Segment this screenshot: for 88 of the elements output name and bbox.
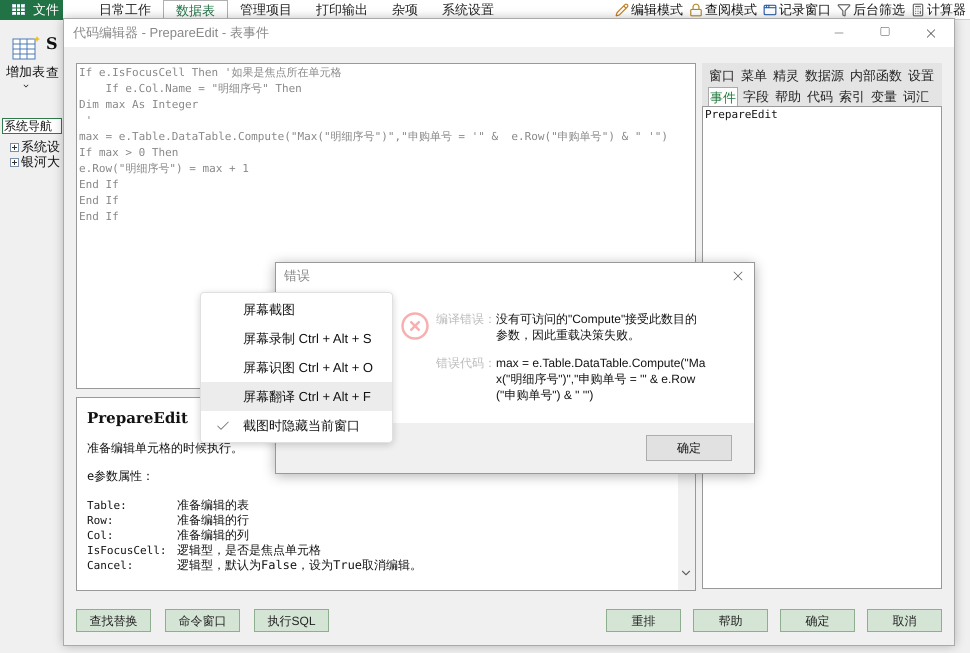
- menu-item[interactable]: 屏幕录制 Ctrl + Alt + S: [201, 324, 392, 353]
- tree-item[interactable]: 银河大: [21, 155, 60, 169]
- panel-tab[interactable]: 代码: [806, 87, 834, 106]
- table-icon: [10, 34, 40, 62]
- error-icon: [400, 311, 430, 341]
- menu-item[interactable]: 屏幕识图 Ctrl + Alt + O: [201, 353, 392, 382]
- property-text: 逻辑型，默认为False，设为True取消编辑。: [177, 558, 422, 573]
- code-line: If e.IsFocusCell Then '如果是焦点所在单元格: [79, 65, 342, 81]
- property-text: 准备编辑的列: [177, 528, 249, 543]
- help-section: e参数属性：: [87, 468, 154, 484]
- panel-tab[interactable]: 字段: [742, 87, 770, 106]
- action-button[interactable]: 帮助: [693, 609, 768, 632]
- property-name: IsFocusCell:: [87, 543, 166, 558]
- panel-tab[interactable]: 菜单: [740, 66, 768, 85]
- action-button[interactable]: 执行SQL: [254, 609, 329, 632]
- property-name: Row:: [87, 513, 114, 528]
- menu-item-label: 屏幕录制 Ctrl + Alt + S: [243, 330, 372, 348]
- menu-tab[interactable]: 杂项: [380, 0, 430, 20]
- menu-item-label: 屏幕截图: [243, 300, 295, 319]
- help-description: 准备编辑单元格的时候执行。: [87, 440, 243, 456]
- menu-item[interactable]: 屏幕截图: [201, 295, 392, 324]
- property-name: Cancel:: [87, 558, 134, 573]
- toolbar-button[interactable]: 后台筛选: [837, 0, 905, 20]
- action-button[interactable]: 确定: [780, 609, 855, 632]
- code-line: If max > 0 Then: [79, 145, 178, 161]
- panel-tab[interactable]: 词汇: [902, 87, 930, 106]
- menu-item[interactable]: 截图时隐藏当前窗口: [201, 411, 392, 440]
- toolbar-button[interactable]: 编辑模式: [615, 0, 683, 20]
- toolbar-button[interactable]: 记录窗口: [763, 0, 831, 20]
- action-button[interactable]: 取消: [867, 609, 942, 632]
- tree-item[interactable]: 系统设: [21, 140, 60, 154]
- property-text: 准备编辑的表: [177, 498, 249, 513]
- list-item[interactable]: PrepareEdit: [704, 107, 778, 124]
- toolbar-button[interactable]: 计算器: [911, 0, 966, 20]
- ribbon-title: S: [46, 34, 59, 54]
- code-line: If e.Col.Name = "明细序号" Then: [104, 81, 302, 97]
- panel-tab[interactable]: 内部函数: [848, 66, 903, 85]
- dialog-title: 错误: [284, 267, 310, 286]
- code-line: Dim max As Integer: [79, 97, 198, 113]
- panel-tab[interactable]: 数据源: [804, 66, 845, 85]
- menu-item-label: 屏幕翻译 Ctrl + Alt + F: [243, 388, 371, 406]
- panel-tab[interactable]: 帮助: [774, 87, 802, 106]
- property-name: Col:: [87, 528, 114, 543]
- error-message: 没有可访问的"Compute"接受此数目的参数，因此重载决策失败。: [496, 311, 698, 343]
- menu-tab[interactable]: 数据表: [163, 0, 228, 20]
- panel-tab[interactable]: 事件: [708, 87, 738, 106]
- pencil-icon: [615, 2, 629, 16]
- menu-item[interactable]: 屏幕翻译 Ctrl + Alt + F: [201, 382, 392, 411]
- menu-item-label: 截图时隐藏当前窗口: [243, 416, 360, 435]
- ok-button[interactable]: 确定: [646, 435, 732, 461]
- menu-tab[interactable]: 日常工作: [87, 0, 163, 20]
- action-button[interactable]: 重排: [606, 609, 681, 632]
- code-line: End If: [79, 177, 119, 193]
- menu-item-label: 屏幕识图 Ctrl + Alt + O: [243, 358, 374, 377]
- code-line: End If: [79, 209, 119, 225]
- property-text: 逻辑型，是否是焦点单元格: [177, 543, 321, 558]
- action-button[interactable]: 命令窗口: [165, 609, 240, 632]
- file-button[interactable]: 文件: [0, 0, 63, 20]
- table-icon: [12, 4, 25, 15]
- expand-icon[interactable]: [10, 142, 19, 152]
- window-title: 代码编辑器 - PrepareEdit - 表事件: [73, 24, 269, 42]
- menu-tab[interactable]: 管理项目: [228, 0, 304, 20]
- calculator-icon: [911, 2, 925, 16]
- filter-icon: [837, 2, 851, 16]
- nav-field[interactable]: 系统导航: [2, 118, 62, 134]
- menu-tab[interactable]: 系统设置: [430, 0, 506, 20]
- panel-tab[interactable]: 变量: [870, 87, 898, 106]
- code-line: max = e.Table.DataTable.Compute("Max("明细序号")","申购单号 = '" & e.Row("申购单号") & " '"): [79, 129, 668, 145]
- help-title: PrepareEdit: [87, 408, 188, 428]
- expand-icon[interactable]: [10, 158, 19, 166]
- add-table-label[interactable]: 增加表: [6, 62, 45, 82]
- property-text: 准备编辑的行: [177, 513, 249, 528]
- panel-tab[interactable]: 窗口: [708, 66, 736, 85]
- panel-tab[interactable]: 精灵: [772, 66, 800, 85]
- lock-icon: [689, 2, 703, 16]
- toolbar-button[interactable]: 查阅模式: [689, 0, 757, 20]
- panel-tab[interactable]: 设置: [906, 66, 935, 85]
- window-icon: [763, 2, 777, 16]
- panel-tab[interactable]: 索引: [838, 87, 866, 106]
- code-line: ': [84, 113, 92, 129]
- code-label: 错误代码：: [436, 355, 496, 372]
- menu-tab[interactable]: 打印输出: [304, 0, 380, 20]
- message-label: 编译错误：: [436, 311, 496, 328]
- code-line: e.Row("明细序号") = max + 1: [79, 161, 249, 177]
- action-button[interactable]: 查找替换: [76, 609, 151, 632]
- property-name: Table:: [87, 498, 127, 513]
- code-line: End If: [79, 193, 119, 209]
- query-label[interactable]: 查: [46, 63, 59, 82]
